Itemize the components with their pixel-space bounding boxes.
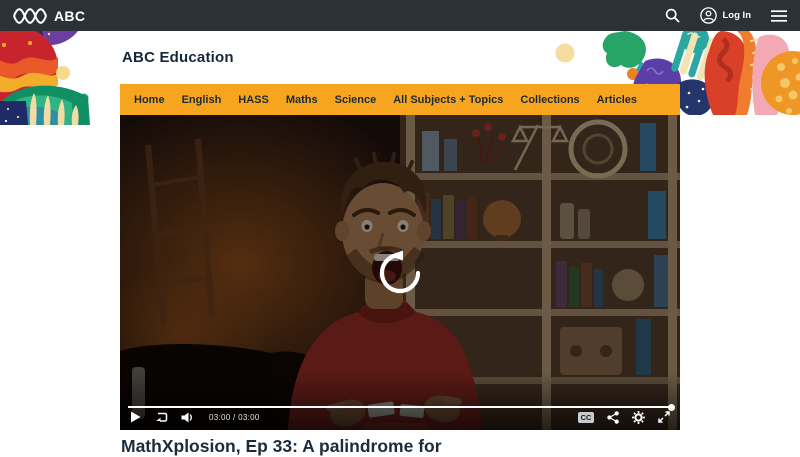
account-icon: [700, 7, 717, 24]
share-icon[interactable]: [607, 411, 619, 424]
page-title: ABC Education: [122, 49, 234, 66]
nav-item-collections[interactable]: Collections: [520, 94, 579, 106]
abc-home-link[interactable]: ABC: [13, 6, 85, 26]
time-display: 03:00 / 03:00: [209, 413, 260, 422]
nav-item-all-subjects[interactable]: All Subjects + Topics: [393, 94, 503, 106]
nav-item-maths[interactable]: Maths: [286, 94, 318, 106]
global-header: ABC Log In: [0, 0, 800, 31]
settings-icon[interactable]: [632, 411, 645, 424]
login-button[interactable]: Log In: [700, 7, 752, 24]
fullscreen-icon[interactable]: [658, 411, 670, 423]
banner-artwork-left: [0, 31, 118, 125]
nav-item-science[interactable]: Science: [335, 94, 377, 106]
nav-item-articles[interactable]: Articles: [597, 94, 637, 106]
cc-icon[interactable]: CC: [578, 412, 594, 423]
login-label: Log In: [723, 10, 752, 21]
search-icon[interactable]: [665, 8, 680, 23]
abc-lissajous-logo-icon: [13, 6, 47, 26]
play-icon[interactable]: [130, 411, 141, 423]
nav-item-hass[interactable]: HASS: [238, 94, 269, 106]
nav-item-english[interactable]: English: [182, 94, 222, 106]
brand-text: ABC: [54, 8, 85, 24]
replay-icon[interactable]: [377, 250, 423, 296]
subject-nav: Home English HASS Maths Science All Subj…: [120, 84, 680, 115]
video-player[interactable]: 03:00 / 03:00 CC: [120, 115, 680, 430]
video-title[interactable]: MathXplosion, Ep 33: A palindrome for: [121, 436, 442, 457]
nav-item-home[interactable]: Home: [134, 94, 165, 106]
menu-icon[interactable]: [771, 10, 787, 22]
loop-icon[interactable]: [154, 411, 168, 423]
volume-icon[interactable]: [181, 412, 194, 423]
